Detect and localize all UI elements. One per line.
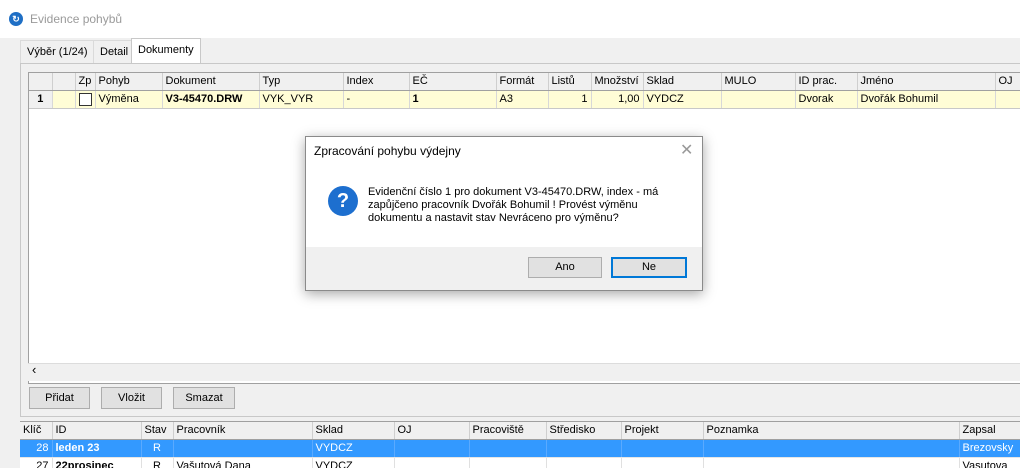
projekt-cell[interactable] bbox=[621, 458, 703, 468]
sklad-cell[interactable]: VYDCZ bbox=[312, 458, 394, 468]
yes-button-label: Ano bbox=[555, 261, 575, 273]
add-button-label: Přidat bbox=[45, 392, 74, 404]
yes-button[interactable]: Ano bbox=[528, 257, 602, 278]
app-logo-icon: ↻ bbox=[9, 12, 23, 26]
klic-cell[interactable]: 27 bbox=[20, 458, 52, 468]
col-header-id-prac[interactable]: ID prac. bbox=[795, 73, 857, 91]
insert-button[interactable]: Vložit bbox=[101, 387, 162, 409]
col-header-klic[interactable]: Klíč bbox=[20, 422, 52, 440]
col-header-poznamka[interactable]: Poznamka bbox=[703, 422, 959, 440]
dialog-message: Evidenční číslo 1 pro dokument V3-45470.… bbox=[368, 186, 680, 225]
typ-cell[interactable]: VYK_VYR bbox=[259, 91, 343, 109]
tab-detail[interactable]: Detail bbox=[93, 40, 135, 64]
pracovnik-cell[interactable]: Vašutová Dana bbox=[173, 458, 312, 468]
col-header-zapsal[interactable]: Zapsal bbox=[959, 422, 1020, 440]
dialog-title: Zpracování pohybu výdejny bbox=[314, 144, 461, 158]
pracoviste-cell[interactable] bbox=[469, 440, 546, 458]
col-header-ec[interactable]: EČ bbox=[409, 73, 496, 91]
oj-cell[interactable] bbox=[394, 440, 469, 458]
mnozstvi-cell[interactable]: 1,00 bbox=[591, 91, 643, 109]
index-cell[interactable]: - bbox=[343, 91, 409, 109]
table-row[interactable]: 28 leden 23 R VYDCZ Brezovsky bbox=[20, 440, 1020, 458]
col-header-dokument[interactable]: Dokument bbox=[162, 73, 259, 91]
pracoviste-cell[interactable] bbox=[469, 458, 546, 468]
add-button[interactable]: Přidat bbox=[29, 387, 90, 409]
col-header-typ[interactable]: Typ bbox=[259, 73, 343, 91]
tab-dokumenty[interactable]: Dokumenty bbox=[131, 38, 201, 65]
col-header-listu[interactable]: Listů bbox=[548, 73, 591, 91]
col-header-zp[interactable]: Zp bbox=[75, 73, 95, 91]
format-cell[interactable]: A3 bbox=[496, 91, 548, 109]
poznamka-cell[interactable] bbox=[703, 440, 959, 458]
pracovnik-cell[interactable] bbox=[173, 440, 312, 458]
sklad-cell[interactable]: VYDCZ bbox=[643, 91, 721, 109]
col-header-pracoviste[interactable]: Pracoviště bbox=[469, 422, 546, 440]
title-bar: ↻ Evidence pohybů bbox=[0, 0, 1020, 38]
id-prac-cell[interactable]: Dvorak bbox=[795, 91, 857, 109]
col-header-format[interactable]: Formát bbox=[496, 73, 548, 91]
col-header-mulo[interactable]: MULO bbox=[721, 73, 795, 91]
confirm-dialog: Zpracování pohybu výdejny ✕ ? Evidenční … bbox=[305, 136, 703, 291]
stredisko-cell[interactable] bbox=[546, 458, 621, 468]
dokument-cell[interactable]: V3-45470.DRW bbox=[162, 91, 259, 109]
col-header-pracovnik[interactable]: Pracovník bbox=[173, 422, 312, 440]
delete-button[interactable]: Smazat bbox=[173, 387, 235, 409]
ec-cell[interactable]: 1 bbox=[409, 91, 496, 109]
col-header-oj[interactable]: OJ bbox=[394, 422, 469, 440]
movements-grid[interactable]: Klíč ID Stav Pracovník Sklad OJ Pracoviš… bbox=[20, 421, 1020, 468]
stav-cell[interactable]: R bbox=[141, 440, 173, 458]
sklad-cell[interactable]: VYDCZ bbox=[312, 440, 394, 458]
scroll-left-arrow-icon[interactable]: ‹ bbox=[32, 362, 36, 377]
question-icon: ? bbox=[328, 186, 358, 216]
listu-cell[interactable]: 1 bbox=[548, 91, 591, 109]
col-header-index[interactable]: Index bbox=[343, 73, 409, 91]
movements-header-row: Klíč ID Stav Pracovník Sklad OJ Pracoviš… bbox=[20, 422, 1020, 440]
col-header-projekt[interactable]: Projekt bbox=[621, 422, 703, 440]
stredisko-cell[interactable] bbox=[546, 440, 621, 458]
col-header-jmeno[interactable]: Jméno bbox=[857, 73, 995, 91]
col-header-id[interactable]: ID bbox=[52, 422, 141, 440]
col-header-stav[interactable]: Stav bbox=[141, 422, 173, 440]
col-header-blank bbox=[52, 73, 75, 91]
delete-button-label: Smazat bbox=[185, 392, 222, 404]
id-cell[interactable]: 22prosinec bbox=[52, 458, 141, 468]
zp-cell[interactable] bbox=[75, 91, 95, 109]
row-blank-cell bbox=[52, 91, 75, 109]
poznamka-cell[interactable] bbox=[703, 458, 959, 468]
window-title: Evidence pohybů bbox=[30, 12, 122, 26]
col-header-pohyb[interactable]: Pohyb bbox=[95, 73, 162, 91]
table-row[interactable]: 27 22prosinec R Vašutová Dana VYDCZ Vasu… bbox=[20, 458, 1020, 468]
no-button-label: Ne bbox=[642, 261, 656, 273]
stav-cell[interactable]: R bbox=[141, 458, 173, 468]
col-header-stredisko[interactable]: Středisko bbox=[546, 422, 621, 440]
insert-button-label: Vložit bbox=[118, 392, 145, 404]
col-header-mnozstvi[interactable]: Množství bbox=[591, 73, 643, 91]
col-header-oj[interactable]: OJ bbox=[995, 73, 1020, 91]
oj-cell[interactable] bbox=[995, 91, 1020, 109]
klic-cell[interactable]: 28 bbox=[20, 440, 52, 458]
mulo-cell[interactable] bbox=[721, 91, 795, 109]
zp-checkbox[interactable] bbox=[79, 93, 92, 106]
projekt-cell[interactable] bbox=[621, 440, 703, 458]
zapsal-cell[interactable]: Vasutova bbox=[959, 458, 1020, 468]
col-header-rownum bbox=[29, 73, 52, 91]
documents-header-row: Zp Pohyb Dokument Typ Index EČ Formát Li… bbox=[29, 73, 1020, 91]
col-header-sklad[interactable]: Sklad bbox=[312, 422, 394, 440]
jmeno-cell[interactable]: Dvořák Bohumil bbox=[857, 91, 995, 109]
pohyb-cell[interactable]: Výměna bbox=[95, 91, 162, 109]
row-number: 1 bbox=[29, 91, 52, 109]
id-cell[interactable]: leden 23 bbox=[52, 440, 141, 458]
no-button[interactable]: Ne bbox=[611, 257, 687, 278]
tab-vyber[interactable]: Výběr (1/24) bbox=[20, 40, 95, 64]
zapsal-cell[interactable]: Brezovsky bbox=[959, 440, 1020, 458]
close-icon[interactable]: ✕ bbox=[680, 140, 693, 160]
horizontal-scrollbar[interactable] bbox=[28, 363, 1020, 381]
oj-cell[interactable] bbox=[394, 458, 469, 468]
table-row[interactable]: 1 Výměna V3-45470.DRW VYK_VYR - 1 A3 1 1… bbox=[29, 91, 1020, 109]
col-header-sklad[interactable]: Sklad bbox=[643, 73, 721, 91]
